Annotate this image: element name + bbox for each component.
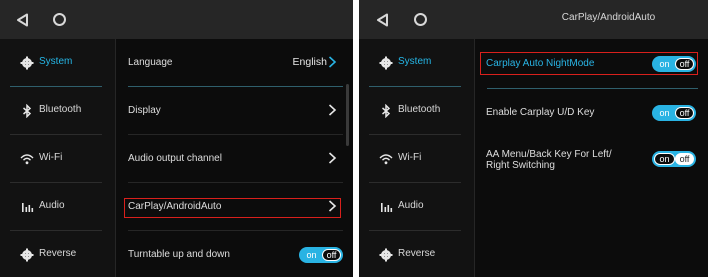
wifi-icon xyxy=(379,154,393,165)
bluetooth-icon xyxy=(23,104,32,118)
setting-label: Enable Carplay U/D Key xyxy=(486,107,595,118)
bluetooth-icon xyxy=(382,104,391,118)
audio-bars-icon xyxy=(381,203,393,212)
chevron-right-icon xyxy=(328,104,337,116)
setting-row-language[interactable]: Language English xyxy=(116,39,353,87)
sidebar-item-label: Wi-Fi xyxy=(39,152,63,163)
setting-label: AA Menu/Back Key For Left/ Right Switchi… xyxy=(486,149,612,171)
wifi-icon xyxy=(20,154,34,165)
scrollbar[interactable] xyxy=(346,84,349,146)
chevron-right-icon xyxy=(328,152,337,164)
top-bar xyxy=(0,0,353,39)
gear-icon xyxy=(379,248,393,262)
setting-row-turntable[interactable]: Turntable up and down on off xyxy=(116,231,353,277)
setting-label: Audio output channel xyxy=(128,153,222,164)
highlight-box-carplay xyxy=(124,198,341,218)
toggle-off-label: off xyxy=(322,249,341,261)
gear-icon xyxy=(20,56,34,70)
sidebar-item-bluetooth[interactable]: Bluetooth xyxy=(0,87,115,135)
setting-row-display[interactable]: Display xyxy=(116,87,353,135)
settings-list: Language English Display Audio output ch… xyxy=(116,39,353,277)
highlight-box-nightmode xyxy=(480,52,698,75)
turntable-toggle[interactable]: on off xyxy=(299,247,343,263)
sidebar-item-system[interactable]: System xyxy=(0,39,115,87)
toggle-off-label: off xyxy=(675,153,694,165)
top-bar: CarPlay/AndroidAuto xyxy=(359,0,708,39)
sidebar-item-label: Audio xyxy=(39,200,65,211)
sidebar-item-reverse[interactable]: Reverse xyxy=(0,231,115,277)
toggle-on-label: on xyxy=(654,107,675,119)
sidebar-item-label: System xyxy=(398,56,432,67)
sidebar-item-label: Bluetooth xyxy=(39,104,82,115)
sidebar-item-system[interactable]: System xyxy=(359,39,474,87)
gear-icon xyxy=(20,248,34,262)
aa-switching-toggle[interactable]: on off xyxy=(652,151,696,167)
setting-row-aa-menu-back-key[interactable]: AA Menu/Back Key For Left/ Right Switchi… xyxy=(475,137,708,185)
sidebar-item-audio[interactable]: Audio xyxy=(0,183,115,231)
sidebar-item-label: Wi-Fi xyxy=(398,152,422,163)
toggle-on-label: on xyxy=(301,249,322,261)
sidebar-item-bluetooth[interactable]: Bluetooth xyxy=(359,87,474,135)
sidebar: System Bluetooth Wi-Fi Audio Reverse xyxy=(0,39,115,277)
back-triangle-icon[interactable] xyxy=(376,13,390,27)
page-title: CarPlay/AndroidAuto xyxy=(561,12,656,23)
sidebar-item-label: Bluetooth xyxy=(398,104,441,115)
language-value: English xyxy=(292,56,327,68)
setting-row-audio-output-channel[interactable]: Audio output channel xyxy=(116,135,353,183)
toggle-on-label: on xyxy=(654,153,675,165)
back-triangle-icon[interactable] xyxy=(16,13,30,27)
sidebar-item-label: Reverse xyxy=(39,248,77,259)
sidebar-item-audio[interactable]: Audio xyxy=(359,183,474,231)
home-circle-icon[interactable] xyxy=(414,13,427,26)
sidebar-item-label: Reverse xyxy=(398,248,436,259)
chevron-right-icon xyxy=(328,56,337,68)
setting-label: Display xyxy=(128,105,161,116)
sidebar-item-label: System xyxy=(39,56,73,67)
gear-icon xyxy=(379,56,393,70)
home-circle-icon[interactable] xyxy=(53,13,66,26)
ud-key-toggle[interactable]: on off xyxy=(652,105,696,121)
settings-screen-carplay: CarPlay/AndroidAuto System Bluetooth Wi-… xyxy=(359,0,708,277)
settings-screen-system: System Bluetooth Wi-Fi Audio Reverse Lan… xyxy=(0,0,353,277)
sidebar-item-reverse[interactable]: Reverse xyxy=(359,231,474,277)
setting-label: Language xyxy=(128,57,173,68)
setting-row-enable-carplay-ud-key[interactable]: Enable Carplay U/D Key on off xyxy=(475,89,708,137)
sidebar-item-wifi[interactable]: Wi-Fi xyxy=(359,135,474,183)
audio-bars-icon xyxy=(22,203,34,212)
sidebar-item-wifi[interactable]: Wi-Fi xyxy=(0,135,115,183)
toggle-off-label: off xyxy=(675,107,694,119)
settings-list: Carplay Auto NightMode on off Enable Car… xyxy=(475,39,708,277)
sidebar: System Bluetooth Wi-Fi Audio Reverse xyxy=(359,39,474,277)
setting-label: Turntable up and down xyxy=(128,249,230,260)
sidebar-item-label: Audio xyxy=(398,200,424,211)
